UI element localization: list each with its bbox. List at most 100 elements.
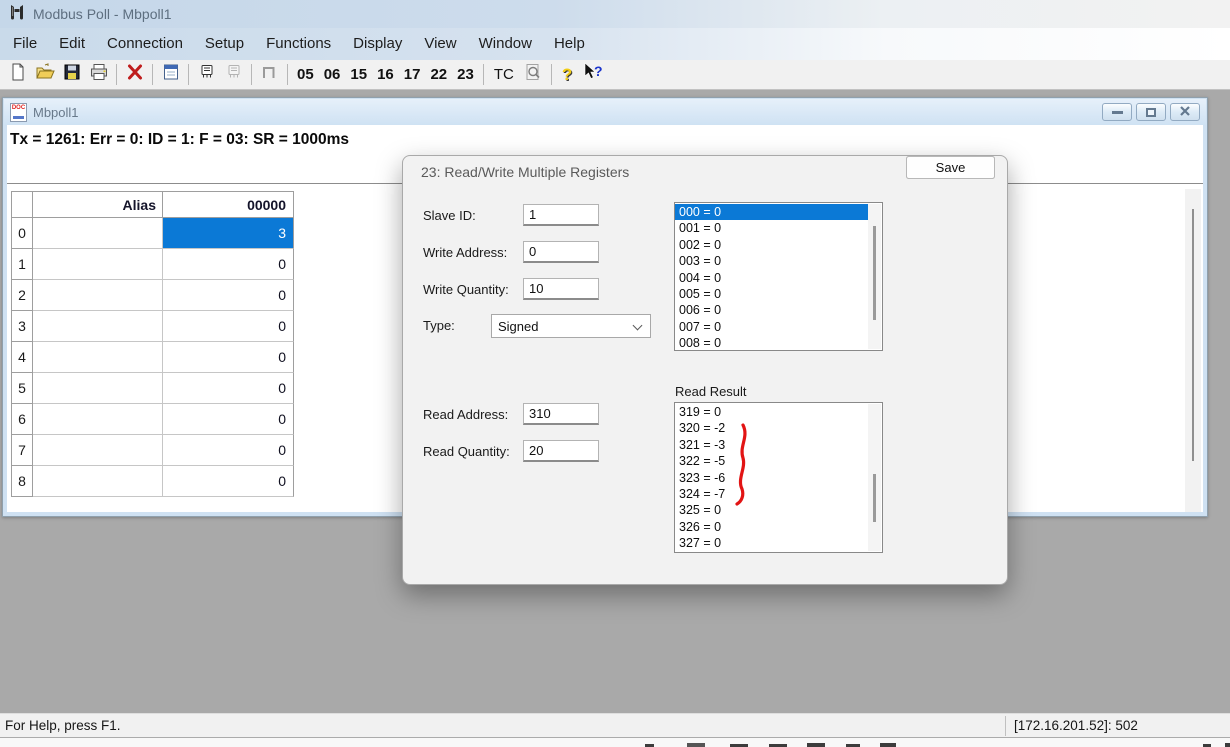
value-cell[interactable]: 0 xyxy=(163,342,294,373)
function-code-button[interactable]: 17 xyxy=(399,62,426,87)
alias-cell[interactable] xyxy=(33,249,163,280)
value-cell[interactable]: 3 xyxy=(163,218,294,249)
write-address-field[interactable]: 0 xyxy=(523,241,599,263)
menu-item[interactable]: File xyxy=(2,28,48,60)
list-item[interactable]: 001 = 0 xyxy=(675,220,868,236)
row-number-cell[interactable]: 7 xyxy=(11,435,33,466)
function-code-button[interactable]: 06 xyxy=(319,62,346,87)
function-code-button[interactable]: 05 xyxy=(292,62,319,87)
application-window: Modbus Poll - Mbpoll1 FileEditConnection… xyxy=(0,0,1230,747)
communication-button[interactable] xyxy=(193,62,220,87)
menu-item[interactable]: Functions xyxy=(255,28,342,60)
scrollbar-thumb[interactable] xyxy=(1192,209,1194,461)
list-item[interactable]: 321 = -3 xyxy=(675,437,868,453)
read-address-field[interactable]: 310 xyxy=(523,403,599,425)
value-cell[interactable]: 0 xyxy=(163,311,294,342)
row-number-cell[interactable]: 3 xyxy=(11,311,33,342)
list-item[interactable]: 000 = 0 xyxy=(675,204,868,220)
list-item[interactable]: 002 = 0 xyxy=(675,237,868,253)
list-item[interactable]: 005 = 0 xyxy=(675,286,868,302)
value-column-header[interactable]: 00000 xyxy=(163,191,294,218)
value-cell[interactable]: 0 xyxy=(163,249,294,280)
minimize-button[interactable] xyxy=(1102,103,1132,121)
read-quantity-field[interactable]: 20 xyxy=(523,440,599,462)
toolbar-separator xyxy=(483,64,484,85)
row-number-cell[interactable]: 6 xyxy=(11,404,33,435)
list-item[interactable]: 003 = 0 xyxy=(675,253,868,269)
alias-cell[interactable] xyxy=(33,280,163,311)
write-quantity-field[interactable]: 10 xyxy=(523,278,599,300)
row-number-cell[interactable]: 0 xyxy=(11,218,33,249)
scrollbar-thumb[interactable] xyxy=(873,474,876,522)
function-code-button[interactable]: 22 xyxy=(425,62,452,87)
context-help-button[interactable]: ? xyxy=(578,62,605,87)
open-file-button[interactable] xyxy=(31,62,58,87)
row-number-cell[interactable]: 8 xyxy=(11,466,33,497)
function-code-button[interactable]: 15 xyxy=(345,62,372,87)
list-item[interactable]: 324 = -7 xyxy=(675,486,868,502)
value-cell[interactable]: 0 xyxy=(163,435,294,466)
slave-id-field[interactable]: 1 xyxy=(523,204,599,226)
print-button[interactable] xyxy=(85,62,112,87)
resend-button[interactable] xyxy=(220,62,247,87)
function-code-button[interactable]: 16 xyxy=(372,62,399,87)
function-code-button[interactable]: 23 xyxy=(452,62,479,87)
list-item[interactable]: 007 = 0 xyxy=(675,319,868,335)
type-label: Type: xyxy=(423,318,455,333)
value-cell[interactable]: 0 xyxy=(163,373,294,404)
row-number-cell[interactable]: 4 xyxy=(11,342,33,373)
value-cell[interactable]: 0 xyxy=(163,404,294,435)
list-item[interactable]: 320 = -2 xyxy=(675,420,868,436)
row-number-cell[interactable]: 5 xyxy=(11,373,33,404)
listbox-scrollbar[interactable] xyxy=(868,404,881,551)
write-registers-listbox[interactable]: 000 = 0001 = 0002 = 0003 = 0004 = 0005 =… xyxy=(674,202,883,351)
type-dropdown[interactable]: Signed xyxy=(491,314,651,338)
child-titlebar[interactable]: DOC Mbpoll1 xyxy=(4,99,1206,125)
alias-cell[interactable] xyxy=(33,404,163,435)
help-button[interactable]: ? xyxy=(556,65,578,85)
scrollbar-thumb[interactable] xyxy=(873,226,876,320)
menu-item[interactable]: Edit xyxy=(48,28,96,60)
menu-item[interactable]: Setup xyxy=(194,28,255,60)
list-item[interactable]: 326 = 0 xyxy=(675,519,868,535)
menu-item[interactable]: Display xyxy=(342,28,413,60)
list-item[interactable]: 319 = 0 xyxy=(675,404,868,420)
alias-cell[interactable] xyxy=(33,466,163,497)
scan-button[interactable] xyxy=(520,62,547,87)
setup-button[interactable] xyxy=(157,62,184,87)
restore-button[interactable] xyxy=(1136,103,1166,121)
menu-item[interactable]: Help xyxy=(543,28,596,60)
close-button[interactable] xyxy=(1170,103,1200,121)
row-number-cell[interactable]: 2 xyxy=(11,280,33,311)
alias-cell[interactable] xyxy=(33,218,163,249)
single-poll-button[interactable] xyxy=(256,62,283,87)
test-center-button[interactable]: TC xyxy=(488,62,520,87)
list-item[interactable]: 323 = -6 xyxy=(675,470,868,486)
save-button[interactable] xyxy=(58,62,85,87)
read-result-listbox[interactable]: 319 = 0320 = -2321 = -3322 = -5323 = -63… xyxy=(674,402,883,553)
alias-column-header[interactable]: Alias xyxy=(33,191,163,218)
list-item[interactable]: 327 = 0 xyxy=(675,535,868,551)
row-number-cell[interactable]: 1 xyxy=(11,249,33,280)
listbox-scrollbar[interactable] xyxy=(868,204,881,349)
save-button[interactable]: Save xyxy=(906,156,995,179)
list-item[interactable]: 008 = 0 xyxy=(675,335,868,351)
alias-cell[interactable] xyxy=(33,342,163,373)
alias-cell[interactable] xyxy=(33,311,163,342)
alias-cell[interactable] xyxy=(33,373,163,404)
menu-item[interactable]: Window xyxy=(468,28,543,60)
vertical-scrollbar[interactable] xyxy=(1185,189,1201,512)
alias-cell[interactable] xyxy=(33,435,163,466)
toolbar-separator xyxy=(551,64,552,85)
list-item[interactable]: 322 = -5 xyxy=(675,453,868,469)
value-cell[interactable]: 0 xyxy=(163,466,294,497)
help-icon: ? xyxy=(562,65,572,84)
disconnect-button[interactable] xyxy=(121,62,148,87)
menu-item[interactable]: Connection xyxy=(96,28,194,60)
list-item[interactable]: 006 = 0 xyxy=(675,302,868,318)
value-cell[interactable]: 0 xyxy=(163,280,294,311)
new-file-button[interactable] xyxy=(4,62,31,87)
list-item[interactable]: 325 = 0 xyxy=(675,502,868,518)
list-item[interactable]: 004 = 0 xyxy=(675,270,868,286)
menu-item[interactable]: View xyxy=(413,28,467,60)
